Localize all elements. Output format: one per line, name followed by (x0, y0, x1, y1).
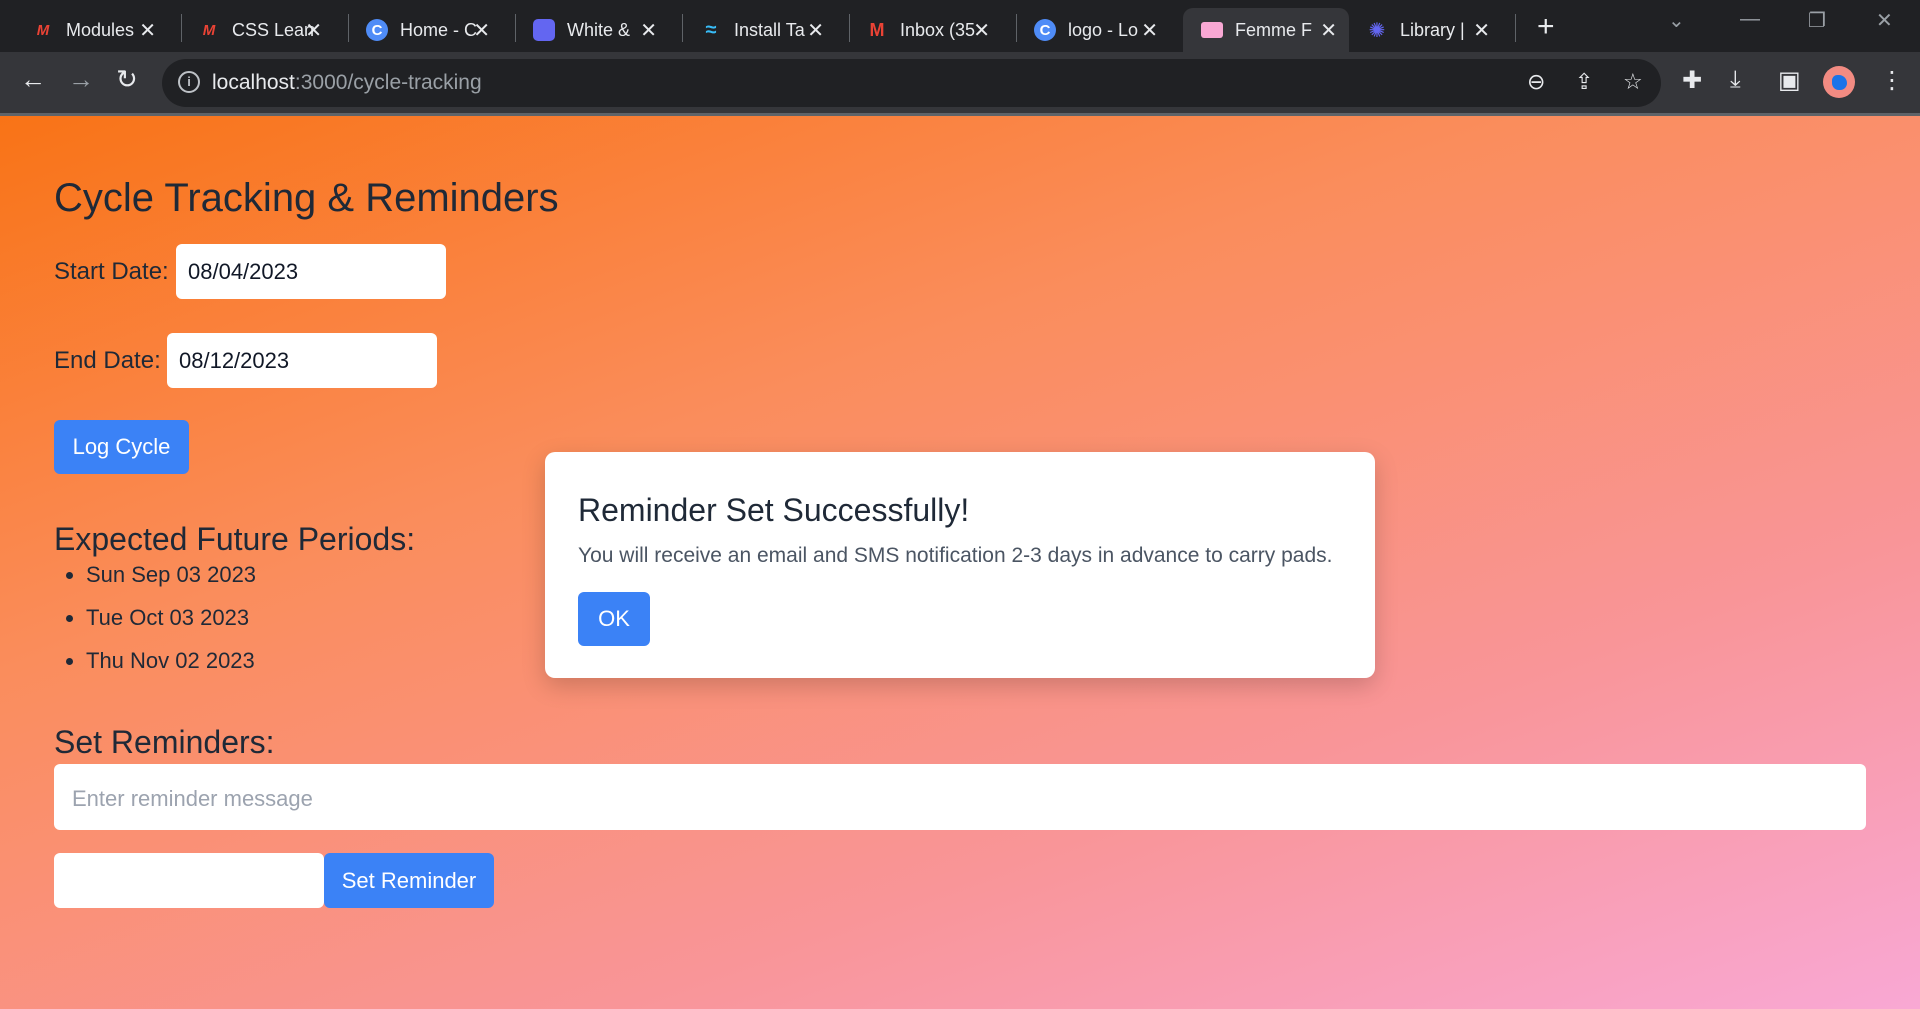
url-text: localhost:3000/cycle-tracking (212, 71, 482, 94)
gmail-icon: M (869, 19, 885, 40)
close-icon[interactable]: ✕ (1320, 18, 1337, 43)
tailwind-icon: ≈ (705, 18, 717, 41)
list-item: Thu Nov 02 2023 (86, 648, 256, 691)
canva-icon: C (366, 19, 388, 41)
close-icon[interactable]: ✕ (473, 18, 490, 43)
page-icon (1201, 22, 1223, 38)
reminder-date-input[interactable] (54, 853, 324, 908)
avatar[interactable] (1823, 66, 1855, 98)
reminder-message-input[interactable]: Enter reminder message (54, 764, 1866, 830)
canva-icon: C (1034, 19, 1056, 41)
tab-modules[interactable]: M Modules ✕ (32, 8, 168, 52)
forward-icon[interactable]: → (68, 64, 94, 95)
extensions-icon[interactable]: ✚ (1682, 66, 1702, 95)
tab-logo[interactable]: C logo - Lo ✕ (1034, 8, 1170, 52)
list-item: Sun Sep 03 2023 (86, 562, 256, 605)
address-bar[interactable]: i localhost:3000/cycle-tracking (162, 59, 1661, 107)
tab-label: Inbox (35 (900, 19, 976, 40)
close-icon[interactable]: ✕ (1473, 18, 1490, 43)
m-logo-icon: M (36, 21, 50, 39)
minimize-icon[interactable]: — (1740, 8, 1760, 31)
ok-button[interactable]: OK (578, 592, 650, 646)
close-icon[interactable]: ✕ (973, 18, 990, 43)
log-cycle-button[interactable]: Log Cycle (54, 420, 189, 474)
tab-install[interactable]: ≈ Install Ta ✕ (700, 8, 836, 52)
close-icon[interactable]: ✕ (807, 18, 824, 43)
app-icon (533, 19, 555, 41)
gear-logo-icon: ✺ (1368, 19, 1386, 42)
expected-periods-heading: Expected Future Periods: (54, 521, 416, 557)
set-reminder-button[interactable]: Set Reminder (324, 853, 494, 908)
m-logo-icon: M (202, 21, 216, 39)
tab-inbox[interactable]: M Inbox (35 ✕ (866, 8, 1002, 52)
close-icon[interactable]: ✕ (1141, 18, 1158, 43)
tab-femme[interactable]: Femme F ✕ (1183, 8, 1349, 52)
menu-icon[interactable]: ⋮ (1880, 66, 1904, 95)
start-date-label: Start Date: (54, 258, 169, 285)
success-modal: Reminder Set Successfully! You will rece… (545, 452, 1375, 678)
reminders-heading: Set Reminders: (54, 724, 275, 760)
tab-label: CSS Learn (232, 19, 314, 40)
close-icon[interactable]: ✕ (640, 18, 657, 43)
restore-icon[interactable]: ❐ (1808, 8, 1826, 33)
download-icon[interactable]: ⤓ (1730, 66, 1741, 94)
side-panel-icon[interactable]: ▣ (1778, 66, 1801, 95)
end-date-input[interactable]: 08/12/2023 (167, 333, 437, 388)
tab-bar: M Modules ✕ M CSS Learn ✕ C Home - C ✕ W… (0, 0, 1920, 52)
periods-list: Sun Sep 03 2023 Tue Oct 03 2023 Thu Nov … (54, 562, 256, 691)
tab-label: Femme F (1235, 19, 1313, 40)
page-content: Cycle Tracking & Reminders Start Date: 0… (0, 113, 1920, 1009)
modal-text: You will receive an email and SMS notifi… (578, 544, 1333, 567)
share-icon[interactable]: ⇪ (1575, 69, 1593, 95)
zoom-icon[interactable]: ⊖ (1527, 69, 1545, 95)
tab-library[interactable]: ✺ Library | ✕ (1366, 8, 1502, 52)
new-tab-icon[interactable]: + (1537, 10, 1555, 44)
page-title: Cycle Tracking & Reminders (54, 176, 559, 220)
tab-search-icon[interactable]: ⌄ (1668, 8, 1685, 33)
tab-label: Home - C (400, 19, 478, 40)
start-date-input[interactable]: 08/04/2023 (176, 244, 446, 299)
tab-label: Install Ta (734, 19, 805, 40)
reload-icon[interactable]: ↻ (116, 64, 138, 95)
close-icon[interactable]: ✕ (305, 18, 322, 43)
modal-title: Reminder Set Successfully! (578, 492, 970, 528)
end-date-label: End Date: (54, 347, 161, 374)
info-icon[interactable]: i (178, 71, 200, 93)
tab-label: Library | (1400, 19, 1465, 40)
list-item: Tue Oct 03 2023 (86, 605, 256, 648)
tab-white[interactable]: White & ✕ (533, 8, 669, 52)
star-icon[interactable]: ☆ (1623, 69, 1643, 95)
close-icon[interactable]: ✕ (139, 18, 156, 43)
tab-css-learn[interactable]: M CSS Learn ✕ (198, 8, 334, 52)
tab-label: White & (567, 19, 631, 40)
close-window-icon[interactable]: ✕ (1876, 8, 1893, 33)
tab-label: logo - Lo (1068, 19, 1139, 40)
tab-label: Modules (66, 19, 135, 40)
back-icon[interactable]: ← (20, 64, 46, 95)
tab-home[interactable]: C Home - C ✕ (366, 8, 502, 52)
